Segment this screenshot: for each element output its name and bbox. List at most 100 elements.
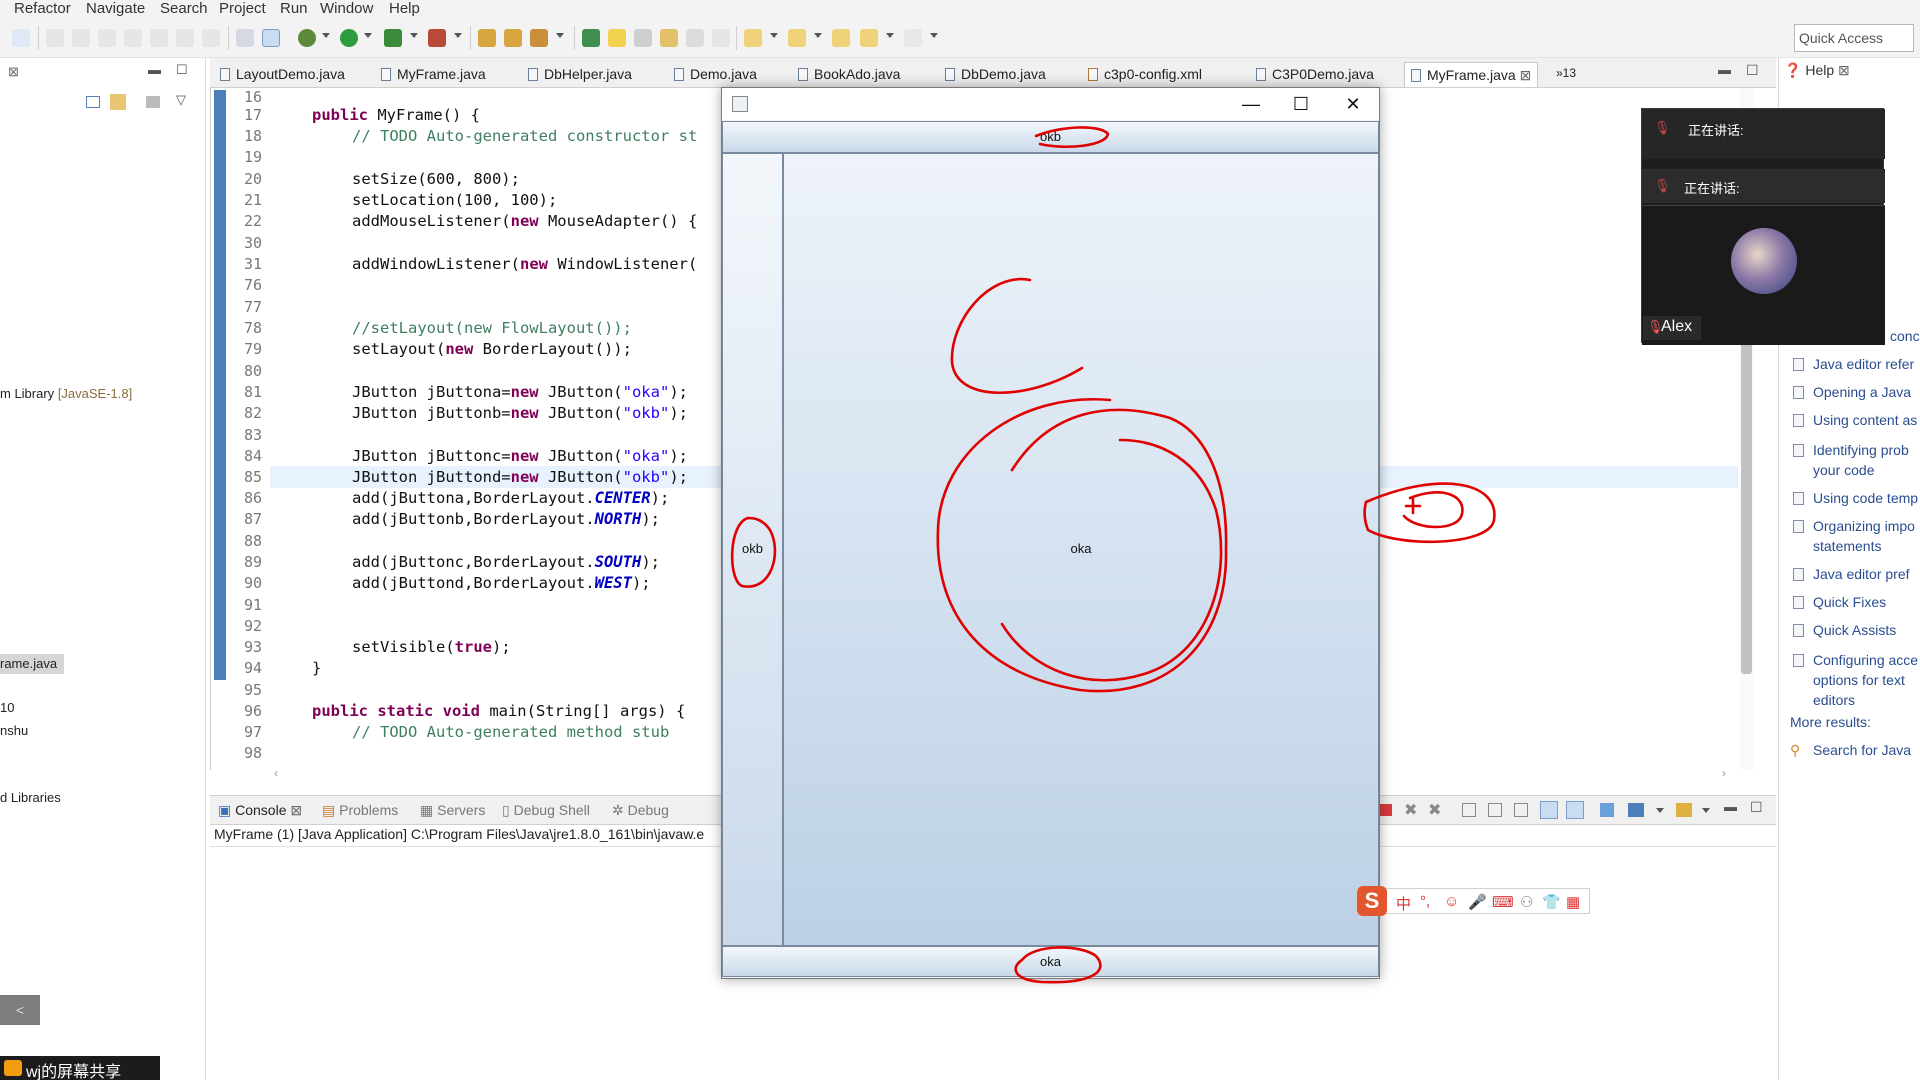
menu-window[interactable]: Window: [320, 0, 373, 17]
display-console-icon[interactable]: [1628, 803, 1644, 817]
terminate-icon[interactable]: [98, 29, 116, 47]
menu-help[interactable]: Help: [389, 0, 420, 17]
search-icon[interactable]: [608, 29, 626, 47]
toggle-mark-occurrences-icon[interactable]: [262, 29, 280, 47]
tab-demo[interactable]: Demo.java: [668, 62, 763, 87]
previous-annotation-dropdown-icon[interactable]: [814, 33, 822, 38]
skip-breakpoints-icon[interactable]: [12, 29, 30, 47]
tab-help[interactable]: ❓ Help ⊠: [1784, 62, 1850, 79]
coverage-dropdown-icon[interactable]: [410, 33, 418, 38]
button-center[interactable]: oka: [783, 153, 1379, 946]
close-tab-icon[interactable]: ⊠: [1520, 67, 1532, 83]
step-over-icon[interactable]: [176, 29, 194, 47]
external-tools-dropdown-icon[interactable]: [454, 33, 462, 38]
run-dropdown-icon[interactable]: [364, 33, 372, 38]
word-wrap-icon[interactable]: [1514, 803, 1528, 817]
back-dropdown-icon[interactable]: [886, 33, 894, 38]
help-link[interactable]: Java editor pref: [1813, 566, 1910, 582]
search-for-java-link[interactable]: Search for Java: [1813, 742, 1911, 758]
minimize-console-icon[interactable]: ▬: [1724, 799, 1737, 814]
remove-all-launches-icon[interactable]: ✖: [1428, 800, 1441, 820]
coverage-icon[interactable]: [384, 29, 402, 47]
link-with-editor-icon[interactable]: [110, 94, 126, 110]
next-annotation-icon[interactable]: [744, 29, 762, 47]
tree-item[interactable]: 10: [0, 700, 14, 715]
tab-layoutdemo[interactable]: LayoutDemo.java: [214, 62, 351, 87]
selected-file-row[interactable]: rame.java: [0, 654, 64, 674]
menu-navigate[interactable]: Navigate: [86, 0, 145, 17]
jre-library-item[interactable]: m Library [JavaSE-1.8]: [0, 386, 132, 401]
ime-toolbox-icon[interactable]: ▦: [1566, 893, 1580, 911]
tab-debug-shell[interactable]: ▯ Debug Shell: [502, 802, 590, 819]
tab-overflow[interactable]: »13: [1550, 62, 1582, 87]
maximize-console-icon[interactable]: ☐: [1750, 799, 1763, 816]
suspend-icon[interactable]: [72, 29, 90, 47]
open-type-icon[interactable]: [582, 29, 600, 47]
help-link[interactable]: Organizing impo: [1813, 518, 1915, 534]
menu-search[interactable]: Search: [160, 0, 208, 17]
step-into-icon[interactable]: [150, 29, 168, 47]
ime-skin-icon[interactable]: 👕: [1542, 893, 1561, 911]
help-link[interactable]: Configuring acce: [1813, 652, 1918, 668]
last-edit-location-icon[interactable]: [832, 29, 850, 47]
remove-launch-icon[interactable]: ✖: [1404, 800, 1417, 820]
forward-icon[interactable]: [904, 29, 922, 47]
show-whitespace-icon[interactable]: [712, 29, 730, 47]
tab-dbhelper[interactable]: DbHelper.java: [522, 62, 638, 87]
help-link[interactable]: Java editor refer: [1813, 356, 1914, 372]
ime-logo[interactable]: S: [1357, 886, 1387, 916]
resume-icon[interactable]: [46, 29, 64, 47]
open-console-icon[interactable]: [236, 29, 254, 47]
ime-punctuation-icon[interactable]: °,: [1420, 893, 1430, 910]
back-icon[interactable]: [860, 29, 878, 47]
collapse-panel-button[interactable]: <: [0, 995, 40, 1025]
step-return-icon[interactable]: [202, 29, 220, 47]
tab-myframe-active[interactable]: MyFrame.java ⊠: [1404, 62, 1539, 87]
help-link[interactable]: Using code temp: [1813, 490, 1918, 506]
minimize-view-icon[interactable]: ▬: [148, 62, 161, 77]
show-on-error-icon[interactable]: [1566, 801, 1584, 819]
close-window-button[interactable]: ✕: [1330, 88, 1376, 120]
run-icon[interactable]: [340, 29, 358, 47]
new-dropdown-icon[interactable]: [556, 33, 564, 38]
previous-annotation-icon[interactable]: [788, 29, 806, 47]
minimize-window-button[interactable]: —: [1228, 88, 1274, 120]
minimize-editor-icon[interactable]: ▬: [1718, 62, 1731, 77]
help-link[interactable]: Opening a Java: [1813, 384, 1911, 400]
close-tab-icon[interactable]: ⊠: [1838, 62, 1850, 78]
clear-console-icon[interactable]: [1462, 803, 1476, 817]
maximize-window-button[interactable]: ☐: [1278, 88, 1324, 120]
open-console-dropdown-icon[interactable]: [1702, 808, 1710, 813]
button-south[interactable]: oka: [722, 946, 1379, 977]
help-link[interactable]: statements: [1813, 538, 1881, 554]
help-link[interactable]: options for text: [1813, 672, 1905, 688]
help-link[interactable]: Using content as: [1813, 412, 1917, 428]
next-annotation-dropdown-icon[interactable]: [770, 33, 778, 38]
filter-icon[interactable]: [146, 96, 160, 108]
help-link[interactable]: editors: [1813, 692, 1855, 708]
new-java-project-icon[interactable]: [478, 29, 496, 47]
tab-problems[interactable]: ▤ Problems: [322, 802, 398, 819]
external-tools-icon[interactable]: [428, 29, 446, 47]
scroll-left-icon[interactable]: ‹: [274, 766, 278, 780]
help-link[interactable]: your code: [1813, 462, 1874, 478]
close-tab-icon[interactable]: ⊠: [290, 802, 302, 818]
menu-refactor[interactable]: Refactor: [14, 0, 71, 17]
show-on-output-icon[interactable]: [1540, 801, 1558, 819]
maximize-editor-icon[interactable]: ☐: [1746, 62, 1759, 79]
tab-console[interactable]: ▣ Console ⊠: [218, 802, 302, 819]
help-link[interactable]: Quick Assists: [1813, 622, 1896, 638]
tab-bookado[interactable]: BookAdo.java: [792, 62, 906, 87]
tab-debug[interactable]: ✲ Debug: [612, 802, 669, 819]
ime-chinese-mode[interactable]: 中: [1396, 893, 1411, 914]
scroll-right-icon[interactable]: ›: [1722, 766, 1726, 780]
ime-user-icon[interactable]: ⚇: [1520, 893, 1533, 911]
ime-keyboard-icon[interactable]: ⌨: [1492, 893, 1514, 911]
close-view-icon[interactable]: ⊠: [8, 64, 19, 80]
debug-dropdown-icon[interactable]: [322, 33, 330, 38]
tree-item[interactable]: nshu: [0, 723, 28, 738]
open-task-icon[interactable]: [660, 29, 678, 47]
quick-access-input[interactable]: Quick Access: [1794, 24, 1914, 52]
open-console-icon[interactable]: [1676, 803, 1692, 817]
toggle-ant-editor-icon[interactable]: [634, 29, 652, 47]
